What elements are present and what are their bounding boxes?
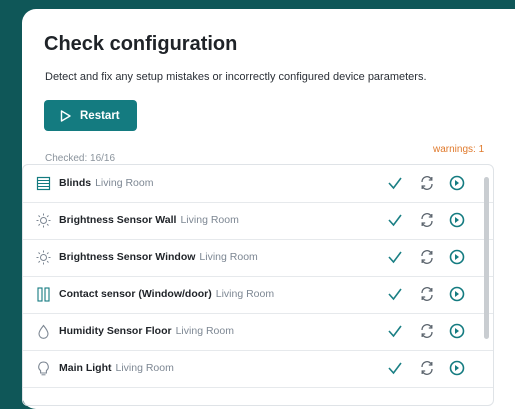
sun-icon	[36, 250, 51, 265]
refresh-icon[interactable]	[419, 212, 435, 228]
device-name: Humidity Sensor Floor	[59, 325, 172, 337]
check-icon	[388, 251, 402, 264]
navigate-icon[interactable]	[449, 212, 465, 228]
play-icon	[60, 109, 71, 122]
check-icon	[388, 288, 402, 301]
device-room: Living Room	[180, 214, 239, 226]
refresh-icon[interactable]	[419, 249, 435, 265]
scrollbar[interactable]	[484, 177, 489, 339]
device-row[interactable]: Blinds Living Room	[23, 165, 493, 203]
refresh-icon[interactable]	[419, 360, 435, 376]
navigate-icon[interactable]	[449, 175, 465, 191]
device-room: Living Room	[199, 251, 258, 263]
dialog-description: Detect and fix any setup mistakes or inc…	[45, 71, 427, 83]
restart-label: Restart	[80, 109, 120, 122]
bulb-icon	[38, 361, 49, 376]
refresh-icon[interactable]	[419, 323, 435, 339]
device-row[interactable]: Humidity Sensor Floor Living Room	[23, 313, 493, 351]
check-icon	[388, 325, 402, 338]
device-name: Contact sensor (Window/door)	[59, 288, 212, 300]
check-icon	[388, 214, 402, 227]
navigate-icon[interactable]	[449, 249, 465, 265]
device-name: Main Light	[59, 362, 112, 374]
navigate-icon[interactable]	[449, 360, 465, 376]
device-label: Contact sensor (Window/door) Living Room	[59, 288, 274, 300]
device-room: Living Room	[175, 325, 234, 337]
restart-button[interactable]: Restart	[44, 100, 137, 131]
device-label: Blinds Living Room	[59, 177, 153, 189]
droplet-icon	[38, 324, 49, 339]
device-list: Blinds Living Room Brightness Sensor Wall…	[22, 164, 494, 406]
window-icon	[37, 287, 50, 302]
dialog-title: Check configuration	[44, 33, 238, 55]
navigate-icon[interactable]	[449, 286, 465, 302]
device-row[interactable]: Contact sensor (Window/door) Living Room	[23, 276, 493, 314]
device-name: Brightness Sensor Wall	[59, 214, 177, 226]
checked-count: Checked: 16/16	[45, 153, 116, 164]
device-label: Brightness Sensor Window Living Room	[59, 251, 258, 263]
device-row[interactable]: Brightness Sensor Window Living Room	[23, 239, 493, 277]
device-room: Living Room	[115, 362, 174, 374]
device-name: Brightness Sensor Window	[59, 251, 196, 263]
device-room: Living Room	[95, 177, 154, 189]
check-icon	[388, 177, 402, 190]
device-name: Blinds	[59, 177, 92, 189]
check-icon	[388, 362, 402, 375]
sun-icon	[36, 213, 51, 228]
device-row[interactable]: Brightness Sensor Wall Living Room	[23, 202, 493, 240]
device-label: Humidity Sensor Floor Living Room	[59, 325, 234, 337]
navigate-icon[interactable]	[449, 323, 465, 339]
warnings-count: warnings: 1	[433, 144, 485, 155]
device-row[interactable]: Main Light Living Room	[23, 350, 493, 388]
refresh-icon[interactable]	[419, 175, 435, 191]
refresh-icon[interactable]	[419, 286, 435, 302]
device-label: Main Light Living Room	[59, 362, 174, 374]
blinds-icon	[36, 176, 51, 191]
device-label: Brightness Sensor Wall Living Room	[59, 214, 239, 226]
device-room: Living Room	[215, 288, 275, 300]
